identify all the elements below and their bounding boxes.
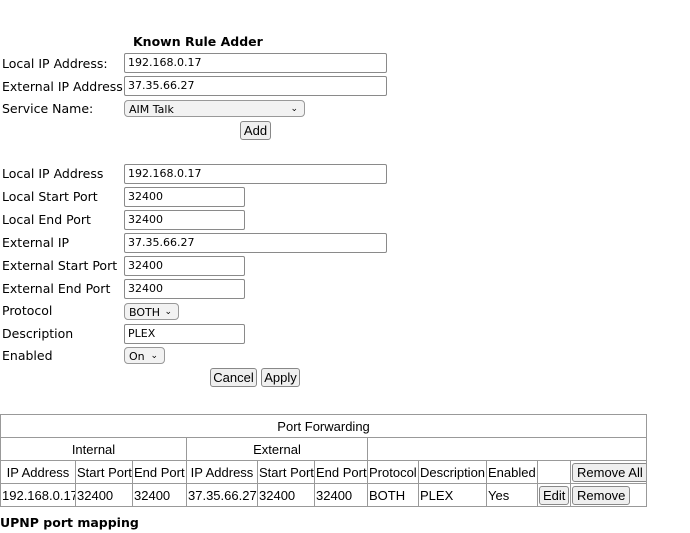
column-header: Start Port (75, 460, 133, 484)
description-input[interactable]: PLEX (124, 324, 245, 344)
cell: 192.168.0.17 (0, 483, 76, 507)
cell: Yes (486, 483, 538, 507)
local-start-port-input[interactable]: 32400 (124, 187, 245, 207)
cell: BOTH (367, 483, 419, 507)
group-internal: Internal (0, 437, 187, 461)
cell: 32400 (75, 483, 133, 507)
external-ip-input[interactable]: 37.35.66.27 (124, 233, 387, 253)
table-header-row: IP Address Start Port End Port IP Addres… (0, 460, 648, 484)
local-ip-label: Local IP Address: (2, 56, 108, 71)
cancel-button[interactable]: Cancel (210, 368, 257, 387)
column-header: IP Address (186, 460, 258, 484)
local-end-port-label: Local End Port (2, 212, 91, 227)
external-start-port-input[interactable]: 32400 (124, 256, 245, 276)
cell: PLEX (418, 483, 487, 507)
table-title: Port Forwarding (0, 414, 648, 438)
external-start-port-label: External Start Port (2, 258, 118, 273)
known-rule-adder-title: Known Rule Adder (133, 34, 263, 49)
add-button[interactable]: Add (240, 121, 271, 140)
enabled-value: On (129, 350, 145, 363)
chevron-down-icon: ⌄ (150, 351, 158, 361)
chevron-down-icon: ⌄ (164, 307, 172, 317)
protocol-value: BOTH (129, 306, 161, 319)
adder-local-ip-input[interactable]: 192.168.0.17 (124, 53, 387, 73)
local-ip-input[interactable]: 192.168.0.17 (124, 164, 387, 184)
column-header: End Port (314, 460, 368, 484)
column-header: Protocol (367, 460, 419, 484)
external-ip-label: External IP Address: (2, 79, 128, 94)
external-end-port-input[interactable]: 32400 (124, 279, 245, 299)
column-header: Description (418, 460, 487, 484)
cell: 37.35.66.27 (186, 483, 258, 507)
remove-button[interactable]: Remove (572, 485, 631, 505)
upnp-heading: UPNP port mapping (0, 515, 139, 530)
port-forwarding-table: Port Forwarding Internal External IP Addr… (0, 414, 648, 507)
cell: 32400 (314, 483, 368, 507)
service-name-select[interactable]: AIM Talk ⌄ (124, 100, 305, 117)
column-header: Start Port (257, 460, 315, 484)
cell: 32400 (257, 483, 315, 507)
description-label: Description (2, 326, 74, 341)
enabled-label: Enabled (2, 348, 53, 363)
apply-button[interactable]: Apply (261, 368, 300, 387)
column-header: Enabled (486, 460, 538, 484)
table-row: 192.168.0.17 32400 32400 37.35.66.27 324… (0, 483, 648, 507)
external-end-port-label: External End Port (2, 281, 111, 296)
edit-button[interactable]: Edit (539, 485, 570, 505)
protocol-select[interactable]: BOTH ⌄ (124, 303, 179, 320)
enabled-select[interactable]: On ⌄ (124, 347, 165, 364)
service-name-label: Service Name: (2, 101, 94, 116)
cell: 32400 (132, 483, 187, 507)
chevron-down-icon: ⌄ (290, 104, 298, 114)
column-header: IP Address (0, 460, 76, 484)
adder-external-ip-input[interactable]: 37.35.66.27 (124, 76, 387, 96)
local-end-port-input[interactable]: 32400 (124, 210, 245, 230)
remove-all-button[interactable]: Remove All (572, 462, 646, 482)
group-external: External (186, 437, 368, 461)
local-ip-label: Local IP Address (2, 166, 104, 181)
column-header: End Port (132, 460, 187, 484)
service-name-value: AIM Talk (129, 103, 174, 116)
protocol-label: Protocol (2, 303, 53, 318)
external-ip-label: External IP (2, 235, 70, 250)
local-start-port-label: Local Start Port (2, 189, 98, 204)
